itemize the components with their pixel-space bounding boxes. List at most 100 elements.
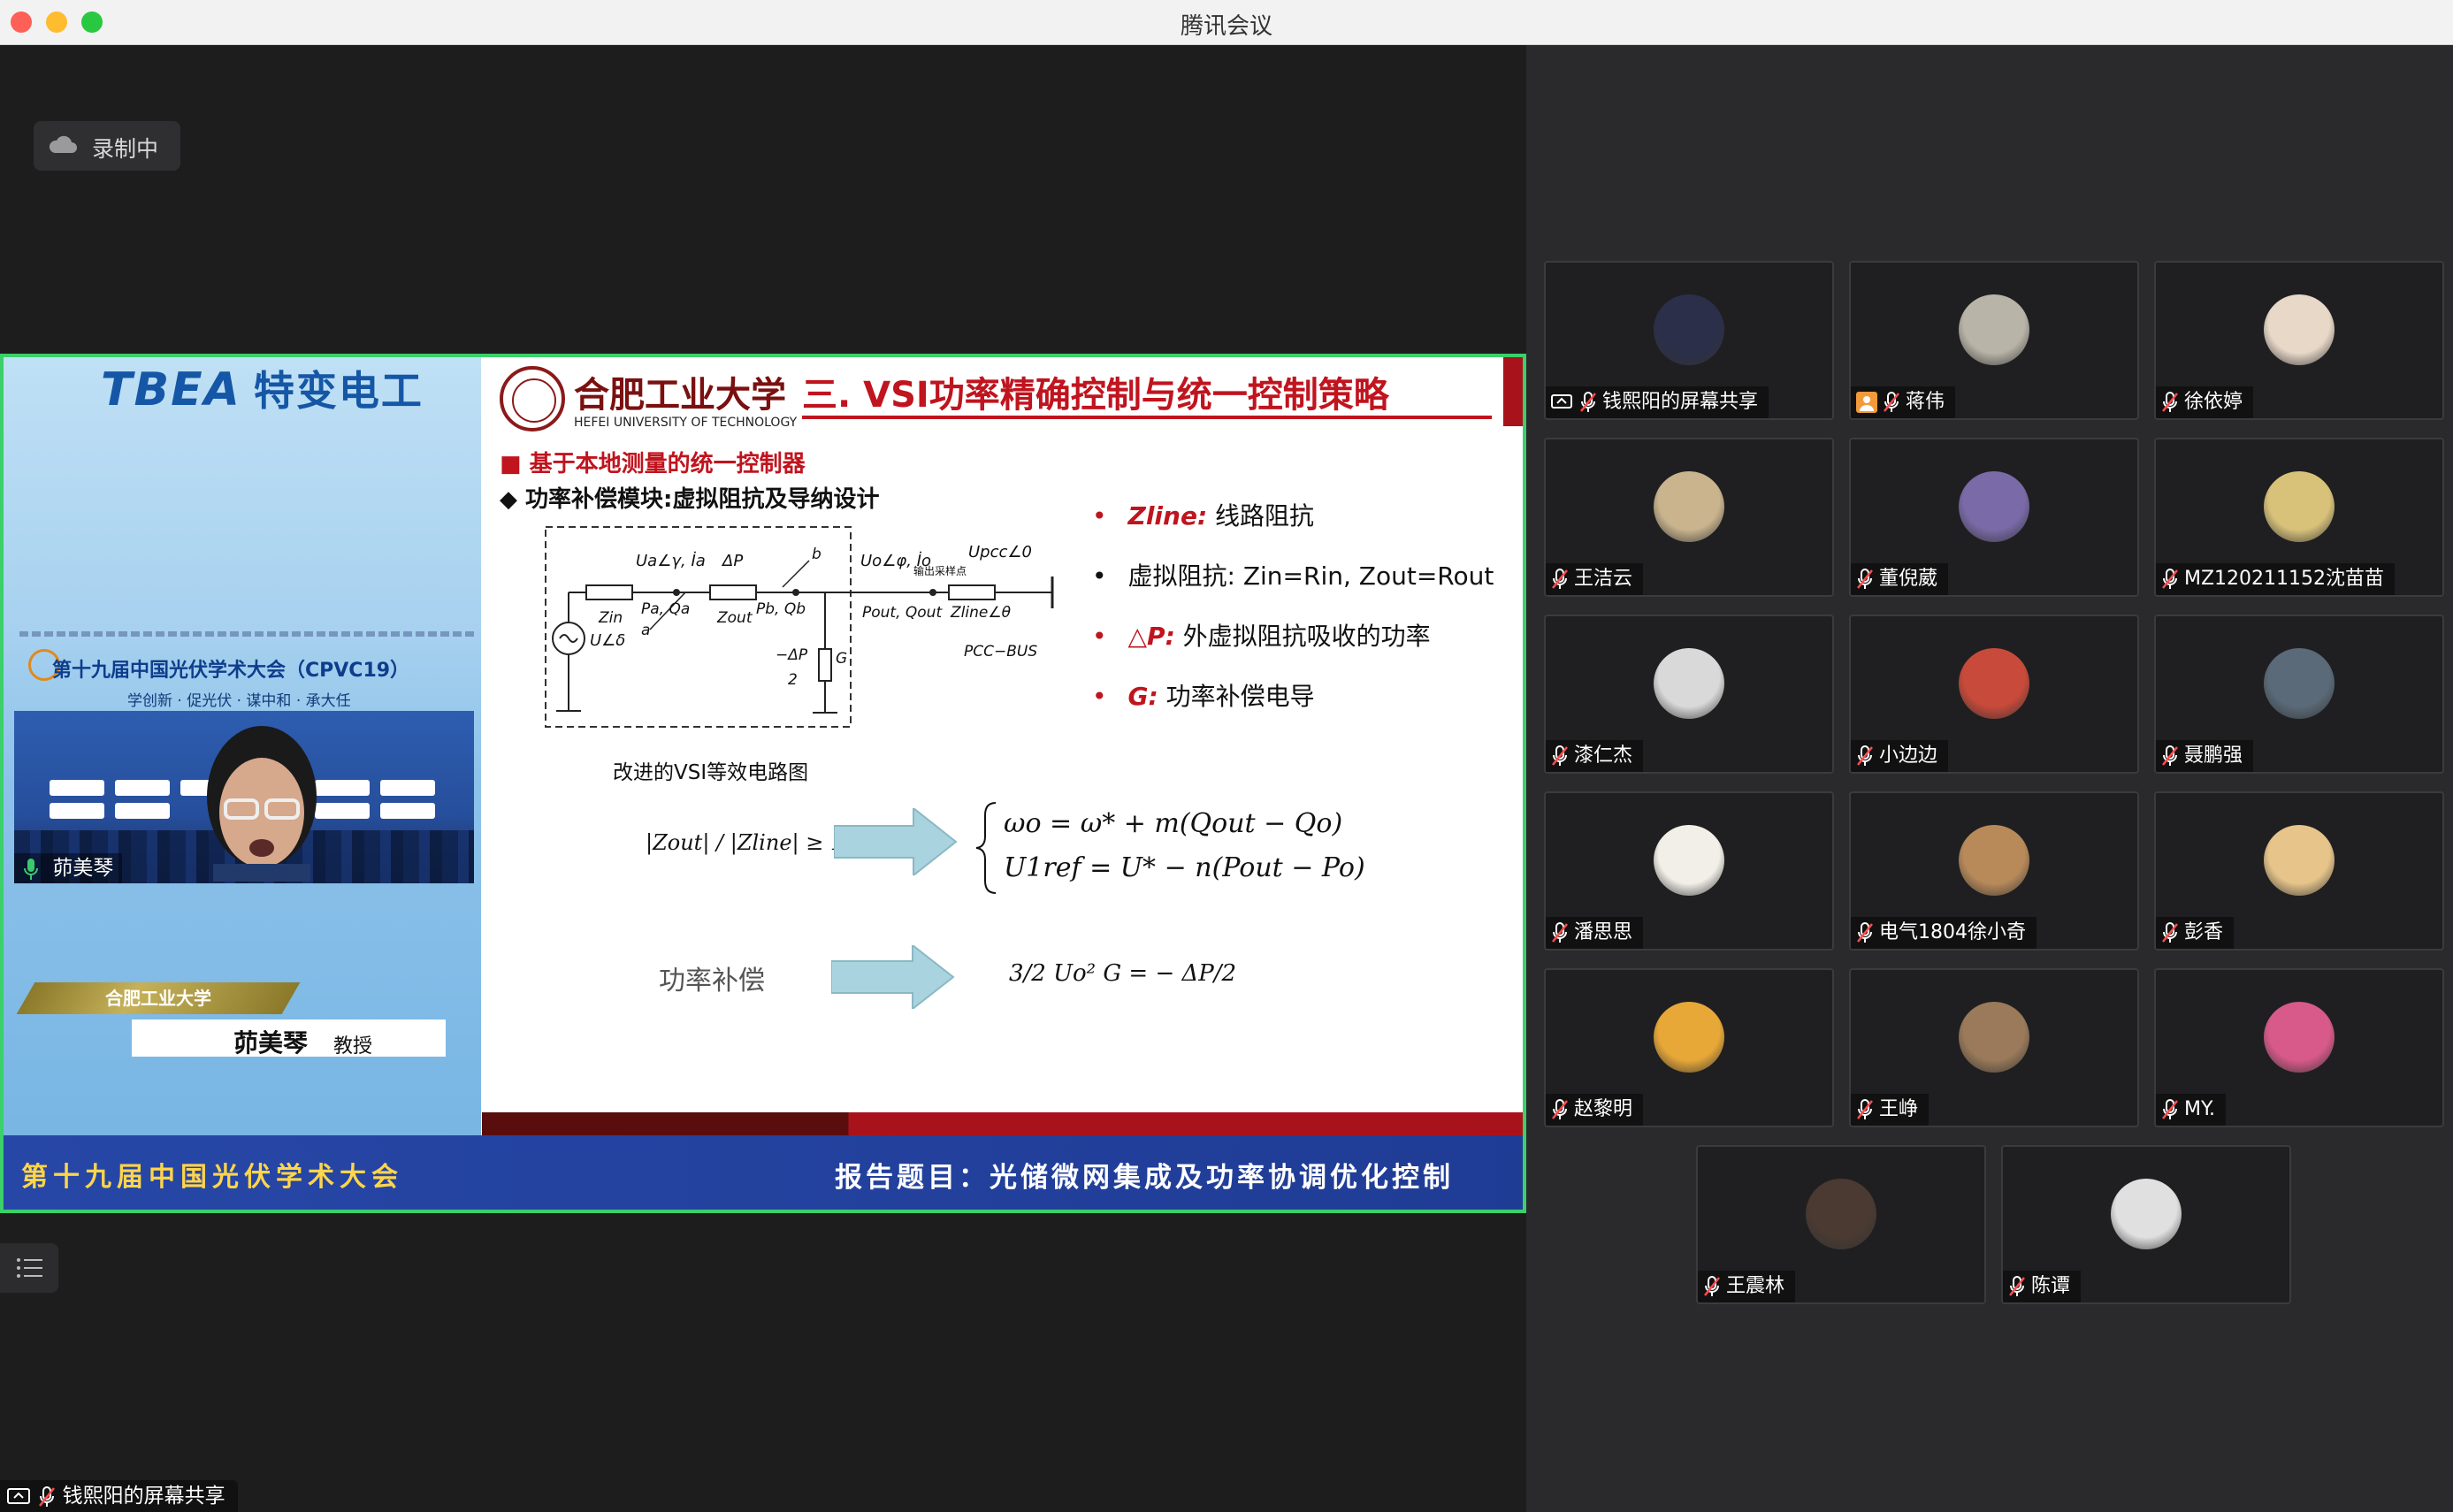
participant-avatar <box>1959 825 2029 896</box>
title-underline <box>802 416 1492 419</box>
participant-name-label: 电气1804徐小奇 <box>1851 917 2037 949</box>
participant-tile[interactable]: 小边边 <box>1849 615 2139 774</box>
mic-muted-icon <box>1884 392 1899 412</box>
svg-text:Zline∠θ: Zline∠θ <box>950 604 1012 622</box>
participant-tile[interactable]: 董倪葳 <box>1849 438 2139 597</box>
participant-name-label: 蒋伟 <box>1851 386 1956 418</box>
participant-tile[interactable]: 潘思思 <box>1544 791 1834 951</box>
svg-text:Upcc∠0: Upcc∠0 <box>968 543 1032 561</box>
circuit-caption: 改进的VSI等效电路图 <box>613 761 809 784</box>
participant-avatar <box>2264 1002 2335 1073</box>
compensation-label: 功率补偿 <box>659 966 765 997</box>
svg-text:U∠δ: U∠δ <box>590 631 625 650</box>
screen-share-label: 钱熙阳的屏幕共享 <box>0 1480 238 1512</box>
participant-name: MZ120211152沈苗苗 <box>2184 568 2385 590</box>
member-list-button[interactable] <box>0 1243 58 1293</box>
mic-muted-icon <box>2162 922 2178 943</box>
participant-tile[interactable]: 蒋伟 <box>1849 261 2139 420</box>
conference-title: 第十九届中国光伏学术大会（CPVC19） <box>52 660 410 682</box>
participant-tile[interactable]: 电气1804徐小奇 <box>1849 791 2139 951</box>
mic-muted-icon <box>39 1485 56 1507</box>
formula-u: U1ref = U* − n(Pout − Po) <box>1004 852 1365 883</box>
slide-title: 三. VSI功率精确控制与统一控制策略 <box>802 375 1389 416</box>
participant-name-label: 彭香 <box>2156 917 2235 949</box>
banner-strip <box>19 631 474 637</box>
university-name-cn: 合肥工业大学 <box>574 374 786 416</box>
mic-muted-icon <box>1552 745 1568 766</box>
participant-name: 彭香 <box>2184 921 2224 943</box>
svg-text:Pb, Qb: Pb, Qb <box>756 600 806 618</box>
participant-tile[interactable]: MZ120211152沈苗苗 <box>2154 438 2444 597</box>
mic-muted-icon <box>1552 922 1568 943</box>
participant-tile[interactable]: 徐依婷 <box>2154 261 2444 420</box>
footer-conference-name: 第十九届中国光伏学术大会 <box>21 1162 403 1193</box>
slide-bottom-bar <box>482 1112 1523 1135</box>
definition-delta-p: • △P: 外虚拟阻抗吸收的功率 <box>1092 622 1431 651</box>
hfut-seal-icon <box>500 366 565 431</box>
bullet-controller: ■ 基于本地测量的统一控制器 <box>500 451 806 477</box>
participant-name-label: 王震林 <box>1698 1271 1796 1302</box>
formula-compensation: 3/2 Uo² G = − ΔP/2 <box>1009 960 1237 987</box>
participant-avatar <box>1654 648 1724 719</box>
participant-tile[interactable]: 漆仁杰 <box>1544 615 1834 774</box>
circuit-diagram: Ua∠γ, İa ΔP Zin Pa, Qa Zout Pb, Qb Uo∠φ,… <box>545 526 1054 728</box>
participant-avatar <box>2264 294 2335 365</box>
mic-muted-icon <box>1857 569 1873 589</box>
mic-muted-icon <box>1857 922 1873 943</box>
recording-label: 录制中 <box>92 136 159 162</box>
speaker-cam-label: 茆美琴 <box>14 853 123 883</box>
recording-indicator[interactable]: 录制中 <box>34 121 180 171</box>
conference-motto: 学创新 · 促光伏 · 谋中和 · 承大任 <box>127 692 351 710</box>
participant-name-label: 漆仁杰 <box>1546 740 1644 772</box>
participant-tile[interactable]: 王峥 <box>1849 968 2139 1127</box>
participant-avatar <box>1959 471 2029 542</box>
mic-active-icon <box>24 858 38 880</box>
name-plate-name: 茆美琴 <box>233 1028 309 1058</box>
participant-name-label: 钱熙阳的屏幕共享 <box>1546 386 1769 418</box>
mic-muted-icon <box>2009 1276 2025 1296</box>
svg-text:2: 2 <box>788 671 798 689</box>
arrow-right-icon <box>831 945 955 1009</box>
participant-tile[interactable]: 赵黎明 <box>1544 968 1834 1127</box>
participant-name-label: 王洁云 <box>1546 563 1644 595</box>
participant-avatar <box>1654 825 1724 896</box>
participant-name: MY. <box>2184 1098 2215 1120</box>
user-icon <box>1856 392 1877 413</box>
name-plate: 茆美琴 教授 <box>132 1019 446 1058</box>
participant-tile[interactable]: 钱熙阳的屏幕共享 <box>1544 261 1834 420</box>
participant-name-label: MY. <box>2156 1094 2226 1126</box>
name-plate-org: 合肥工业大学 <box>16 982 301 1014</box>
participant-tile[interactable]: MY. <box>2154 968 2444 1127</box>
formula-omega: ωo = ω* + m(Qout − Qo) <box>1004 808 1343 839</box>
window-title: 腾讯会议 <box>1180 13 1272 40</box>
participant-name-label: 王峥 <box>1851 1094 1930 1126</box>
participant-tile[interactable]: 王洁云 <box>1544 438 1834 597</box>
participant-tile[interactable]: 陈谭 <box>2001 1145 2291 1304</box>
participant-tile[interactable]: 王震林 <box>1696 1145 1986 1304</box>
mic-muted-icon <box>1552 569 1568 589</box>
svg-text:b: b <box>812 546 821 563</box>
svg-text:ΔP: ΔP <box>721 552 743 570</box>
participant-name-label: MZ120211152沈苗苗 <box>2156 563 2396 595</box>
presentation-slide: 合肥工业大学 HEFEI UNIVERSITY OF TECHNOLOGY 三.… <box>482 357 1523 1135</box>
screen-share-label-text: 钱熙阳的屏幕共享 <box>62 1485 225 1508</box>
participant-name: 陈谭 <box>2031 1275 2071 1297</box>
participant-tile[interactable]: 彭香 <box>2154 791 2444 951</box>
mic-muted-icon <box>1857 745 1873 766</box>
participant-name-label: 小边边 <box>1851 740 1949 772</box>
list-icon <box>17 1258 42 1278</box>
participant-tile[interactable]: 聂鹏强 <box>2154 615 2444 774</box>
formula-ratio: |Zout| / |Zline| ≥ 10 <box>646 830 858 855</box>
participant-name-label: 陈谭 <box>2003 1271 2082 1302</box>
definition-g: • G: 功率补偿电导 <box>1092 682 1315 711</box>
participant-avatar <box>2111 1179 2182 1249</box>
shared-screen[interactable]: TBEA 特变电工 第十九届中国光伏学术大会（CPVC19） 学创新 · 促光伏 … <box>0 354 1526 1213</box>
participant-name: 徐依婷 <box>2184 391 2243 413</box>
participant-name: 赵黎明 <box>1574 1098 1633 1120</box>
participant-name: 潘思思 <box>1574 921 1633 943</box>
participant-name-label: 赵黎明 <box>1546 1094 1644 1126</box>
speaker-panel: TBEA 特变电工 第十九届中国光伏学术大会（CPVC19） 学创新 · 促光伏 … <box>4 357 481 1135</box>
svg-text:G: G <box>836 650 847 668</box>
svg-text:Pout, Qout: Pout, Qout <box>862 604 943 622</box>
svg-text:Zout: Zout <box>716 609 753 627</box>
